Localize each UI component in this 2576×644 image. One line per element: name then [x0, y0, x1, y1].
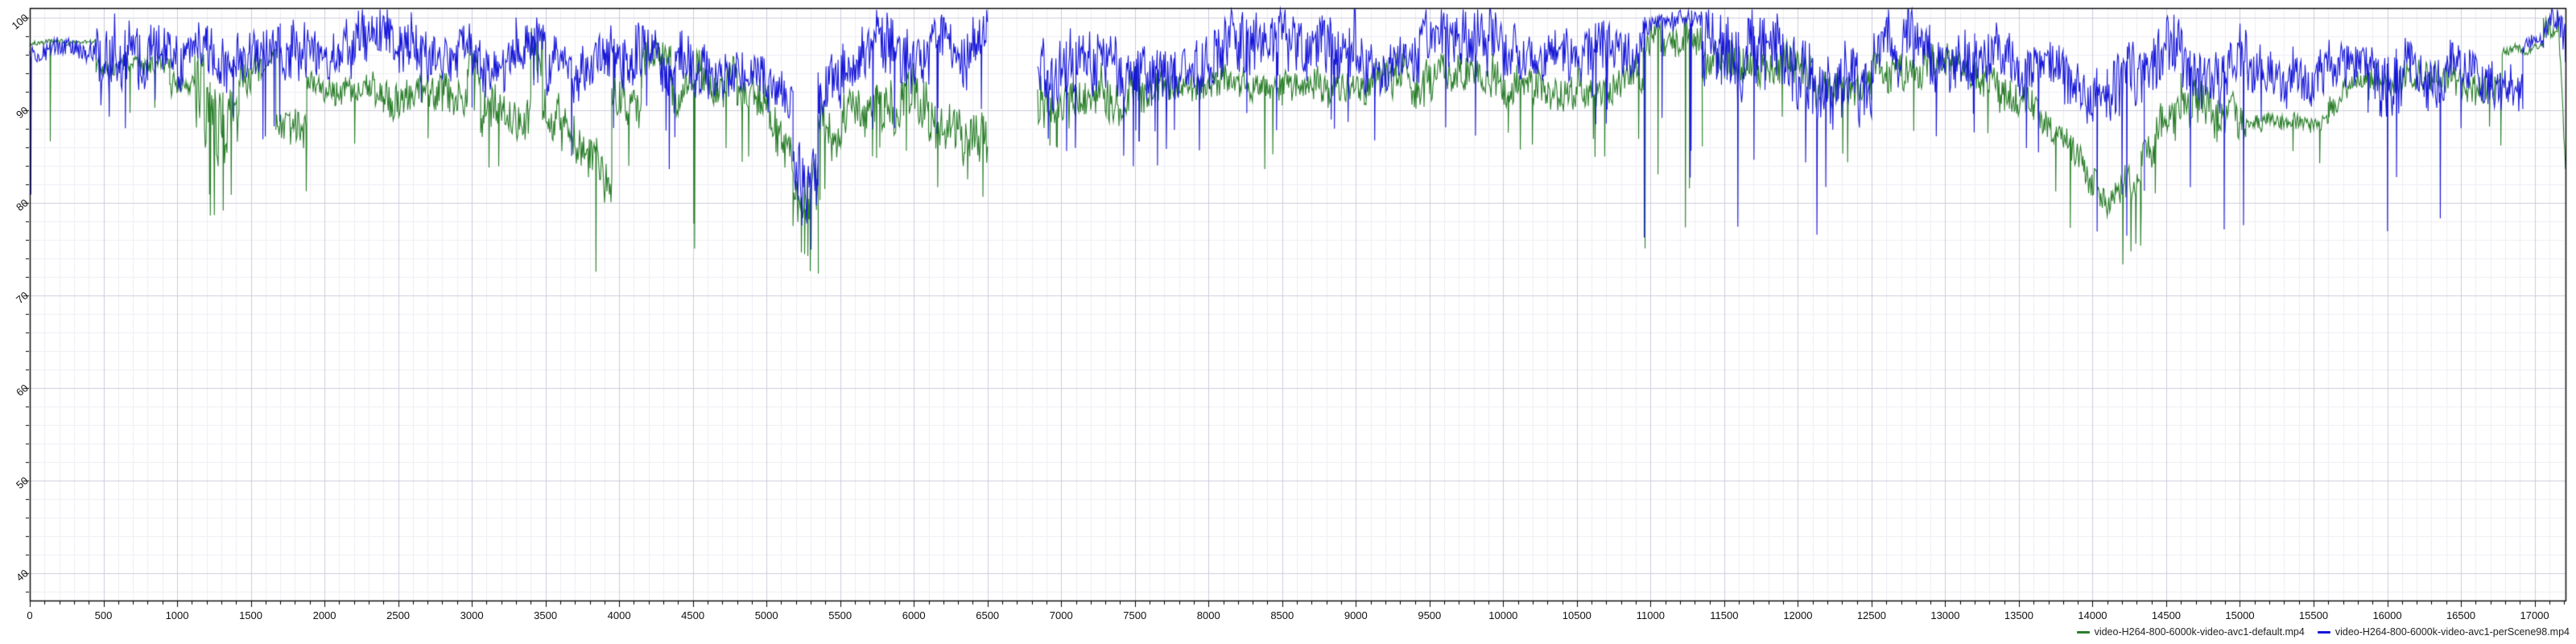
- x-tick-label: 5500: [828, 609, 852, 621]
- x-tick-label: 9500: [1418, 609, 1441, 621]
- x-tick-label: 8000: [1197, 609, 1220, 621]
- x-tick-label: 11500: [1710, 609, 1738, 621]
- x-tick-label: 3000: [460, 609, 484, 621]
- x-tick-label: 4000: [608, 609, 631, 621]
- legend-item-default: video-H264-800-6000k-video-avc1-default.…: [2077, 626, 2305, 638]
- chart-legend: video-H264-800-6000k-video-avc1-default.…: [2077, 626, 2570, 638]
- vmaf-line-chart: 0 500 1000 1500 2000 2500 3000 3500 4000 4500 5000…: [0, 0, 2576, 644]
- x-tick-label: 11000: [1637, 609, 1665, 621]
- x-tick-label: 14500: [2152, 609, 2181, 621]
- x-tick-label: 6000: [902, 609, 926, 621]
- legend-line-sample-blue: [2318, 631, 2330, 634]
- x-tick-label: 9000: [1344, 609, 1368, 621]
- x-tick-label: 7000: [1050, 609, 1073, 621]
- x-tick-label: 12000: [1783, 609, 1812, 621]
- x-tick-label: 10000: [1488, 609, 1517, 621]
- x-tick-label: 12500: [1857, 609, 1886, 621]
- x-tick-label: 1500: [239, 609, 262, 621]
- x-tick-label: 17000: [2520, 609, 2549, 621]
- x-tick-label: 2500: [386, 609, 410, 621]
- x-tick-label: 13000: [1930, 609, 1959, 621]
- legend-label-perscene: video-H264-800-6000k-video-avc1-perScene…: [2335, 626, 2570, 638]
- legend-label-default: video-H264-800-6000k-video-avc1-default.…: [2095, 626, 2305, 638]
- x-tick-label: 4500: [681, 609, 704, 621]
- legend-item-perscene: video-H264-800-6000k-video-avc1-perScene…: [2318, 626, 2570, 638]
- x-tick-label: 15000: [2225, 609, 2254, 621]
- x-tick-label: 7500: [1123, 609, 1146, 621]
- x-tick-label: 8500: [1270, 609, 1294, 621]
- x-tick-label: 13500: [2004, 609, 2033, 621]
- x-tick-label: 2000: [313, 609, 336, 621]
- x-tick-label: 10500: [1563, 609, 1591, 621]
- x-tick-label: 1000: [166, 609, 189, 621]
- x-tick-label: 14000: [2078, 609, 2107, 621]
- x-tick-label: 3500: [534, 609, 557, 621]
- plot-canvas: [0, 0, 2576, 644]
- x-tick-label: 5000: [755, 609, 778, 621]
- x-tick-label: 0: [27, 609, 32, 621]
- x-tick-label: 16000: [2372, 609, 2401, 621]
- x-tick-label: 15500: [2299, 609, 2328, 621]
- x-tick-label: 500: [95, 609, 113, 621]
- legend-line-sample-green: [2077, 631, 2090, 634]
- x-tick-label: 6500: [976, 609, 999, 621]
- x-tick-label: 16500: [2446, 609, 2475, 621]
